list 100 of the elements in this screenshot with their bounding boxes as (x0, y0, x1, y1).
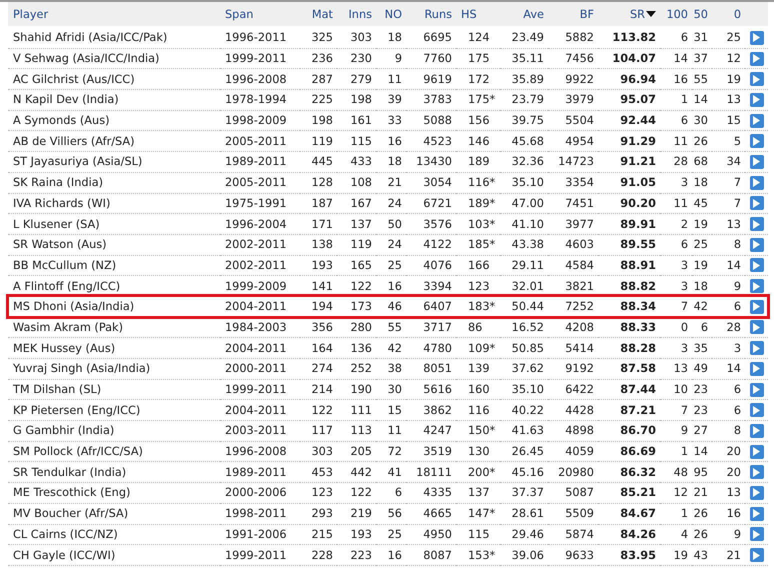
table-cell: 13 (712, 214, 745, 234)
arrow-button[interactable] (750, 30, 764, 45)
table-cell: 12 (712, 48, 745, 69)
table-cell: 223 (337, 544, 376, 566)
arrow-button[interactable] (750, 403, 764, 418)
table-cell: 2000-2006 (220, 482, 300, 504)
table-cell: 230 (337, 48, 376, 69)
table-cell: 14 (692, 441, 712, 462)
arrow-button[interactable] (750, 300, 764, 314)
column-header[interactable]: Inns (337, 2, 376, 27)
column-header[interactable]: Mat (300, 2, 337, 27)
arrow-button[interactable] (750, 362, 764, 376)
column-header[interactable]: 100 (660, 2, 692, 27)
table-cell: 5874 (548, 524, 598, 545)
table-cell: 138 (300, 234, 337, 256)
play-icon (753, 33, 760, 42)
column-header[interactable]: SR (598, 2, 660, 27)
table-cell: 194 (300, 296, 337, 318)
arrow-button[interactable] (750, 506, 764, 521)
column-header[interactable]: BF (548, 2, 598, 27)
arrow-button[interactable] (750, 154, 764, 169)
arrow-button[interactable] (750, 320, 764, 334)
table-cell: 25 (376, 255, 406, 276)
table-cell: 21 (692, 482, 712, 504)
play-icon (753, 157, 760, 166)
table-cell: 6 (712, 379, 745, 400)
table-cell: 3979 (548, 90, 598, 110)
table-cell: MV Boucher (Afr/SA) (8, 503, 220, 524)
play-icon (753, 54, 760, 64)
arrow-button[interactable] (750, 238, 764, 252)
table-cell: 1998-2009 (220, 110, 300, 131)
arrow-button[interactable] (750, 424, 764, 438)
table-cell: 50 (376, 214, 406, 234)
arrow-button[interactable] (750, 382, 764, 397)
column-header[interactable]: 50 (692, 2, 712, 27)
table-cell: 442 (337, 462, 376, 483)
table-cell: 6 (712, 400, 745, 421)
table-cell: 2004-2011 (220, 338, 300, 358)
arrow-button[interactable] (750, 72, 764, 86)
table-cell: 37.37 (500, 482, 548, 504)
column-header[interactable]: HS (456, 2, 500, 27)
table-cell: 11 (660, 193, 692, 214)
arrow-button[interactable] (750, 527, 764, 542)
table-cell: 167 (337, 193, 376, 214)
table-cell: 1996-2008 (220, 441, 300, 462)
arrow-button[interactable] (750, 92, 764, 107)
table-cell: 32.01 (500, 276, 548, 296)
arrow-button[interactable] (750, 444, 764, 459)
table-cell: 136 (337, 338, 376, 358)
table-cell: 137 (337, 214, 376, 234)
table-cell: 35 (692, 338, 712, 358)
table-cell: 27 (692, 420, 712, 442)
arrow-button[interactable] (750, 465, 764, 480)
table-cell: 31 (692, 27, 712, 48)
table-cell: 193 (300, 255, 337, 276)
table-cell: 2002-2011 (220, 234, 300, 256)
table-cell: IVA Richards (WI) (8, 193, 220, 214)
table-cell: 88.34 (598, 296, 660, 318)
arrow-button[interactable] (750, 217, 764, 232)
table-cell: 1996-2011 (220, 27, 300, 48)
table-cell: 280 (337, 317, 376, 338)
arrow-button[interactable] (750, 341, 764, 356)
arrow-button[interactable] (750, 134, 764, 148)
table-cell: 91.05 (598, 172, 660, 193)
table-cell: 18 (692, 276, 712, 296)
table-cell: 1989-2011 (220, 152, 300, 172)
table-cell: 7 (660, 296, 692, 318)
table-cell: 214 (300, 379, 337, 400)
column-header[interactable]: Span (220, 2, 300, 27)
table-cell: 137 (456, 482, 500, 504)
column-header[interactable]: 0 (712, 2, 745, 27)
table-cell: 32.36 (500, 152, 548, 172)
table-cell: 198 (337, 90, 376, 110)
table-cell: 3519 (406, 441, 456, 462)
table-cell: 10 (660, 379, 692, 400)
table-cell: 28.61 (500, 503, 548, 524)
arrow-button[interactable] (750, 176, 764, 190)
table-cell: 2002-2011 (220, 255, 300, 276)
table-cell: 193 (337, 524, 376, 545)
table-cell: 2004-2011 (220, 296, 300, 318)
table-cell: 225 (300, 90, 337, 110)
column-header[interactable]: NO (376, 2, 406, 27)
table-cell: 6695 (406, 27, 456, 48)
column-header[interactable]: Ave (500, 2, 548, 27)
arrow-button[interactable] (750, 279, 764, 294)
arrow-button[interactable] (750, 114, 764, 128)
column-header[interactable]: Player (8, 2, 220, 27)
table-cell: 5 (712, 130, 745, 152)
arrow-button[interactable] (750, 52, 764, 66)
table-cell: SM Pollock (Afr/ICC/SA) (8, 441, 220, 462)
arrow-button[interactable] (750, 258, 764, 272)
table-cell: 279 (337, 68, 376, 90)
arrow-button[interactable] (750, 548, 764, 562)
table-cell: 45.68 (500, 130, 548, 152)
arrow-button[interactable] (750, 196, 764, 210)
arrow-button[interactable] (750, 486, 764, 500)
table-cell: 7 (712, 193, 745, 214)
table-cell: 219 (337, 503, 376, 524)
play-icon (753, 530, 760, 539)
column-header[interactable]: Runs (406, 2, 456, 27)
